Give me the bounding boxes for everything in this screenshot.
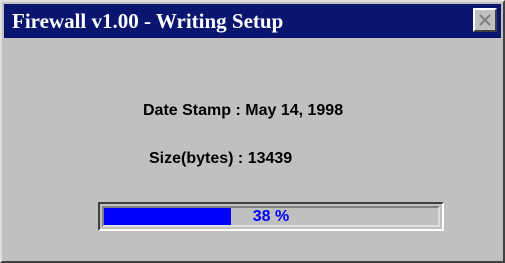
size-row: Size(bytes) : 13439 (149, 150, 292, 168)
date-stamp-value: May 14, 1998 (245, 102, 344, 119)
date-stamp-label: Date Stamp : (143, 102, 241, 119)
size-label: Size(bytes) : (149, 150, 244, 167)
size-value: 13439 (247, 150, 293, 167)
date-stamp-row: Date Stamp : May 14, 1998 (143, 102, 343, 120)
progress-bar: 38 % (98, 202, 444, 231)
close-icon (479, 14, 491, 26)
window-title: Firewall v1.00 - Writing Setup (12, 9, 284, 33)
close-button[interactable] (473, 8, 497, 32)
title-bar[interactable]: Firewall v1.00 - Writing Setup (4, 4, 501, 38)
setup-dialog: Firewall v1.00 - Writing Setup Date Stam… (0, 0, 505, 263)
progress-percent: 38 % (252, 208, 290, 225)
progress-track: 38 % (102, 206, 440, 227)
